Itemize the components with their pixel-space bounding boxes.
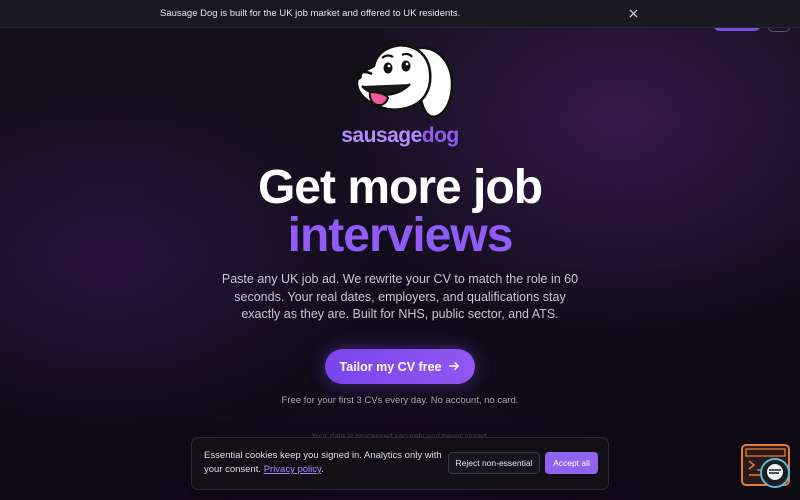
banner-text: Sausage Dog is built for the UK job mark… [160,8,461,19]
accept-cookies-button[interactable]: Accept all [545,452,598,474]
hero-heading-line-2: interviews [287,209,514,262]
uk-notice-banner: Sausage Dog is built for the UK job mark… [0,0,800,28]
cookie-banner: Essential cookies keep you signed in. An… [191,437,609,490]
dog-mascot-logo [340,36,460,126]
cta-label: Tailor my CV free [339,359,442,374]
hero-heading-line-1: Get more job [257,161,543,214]
hero-subtitle: Paste any UK job ad. We rewrite your CV … [221,272,579,321]
close-icon[interactable] [626,6,640,20]
brand-part-2: dog [421,124,459,147]
reject-cookies-button[interactable]: Reject non-essential [448,452,540,474]
cookie-period: . [321,464,324,475]
arrow-right-icon [449,360,460,374]
chat-bubble-icon[interactable] [760,458,790,488]
brand-part-1: sausage [341,124,422,147]
brand-wordmark: sausagedog [300,124,500,148]
privacy-policy-link[interactable]: Privacy policy [264,464,321,475]
free-note: Free for your first 3 CVs every day. No … [281,395,519,406]
cookie-text: Essential cookies keep you signed in. An… [204,449,446,477]
tailor-cv-button[interactable]: Tailor my CV free [325,349,475,384]
